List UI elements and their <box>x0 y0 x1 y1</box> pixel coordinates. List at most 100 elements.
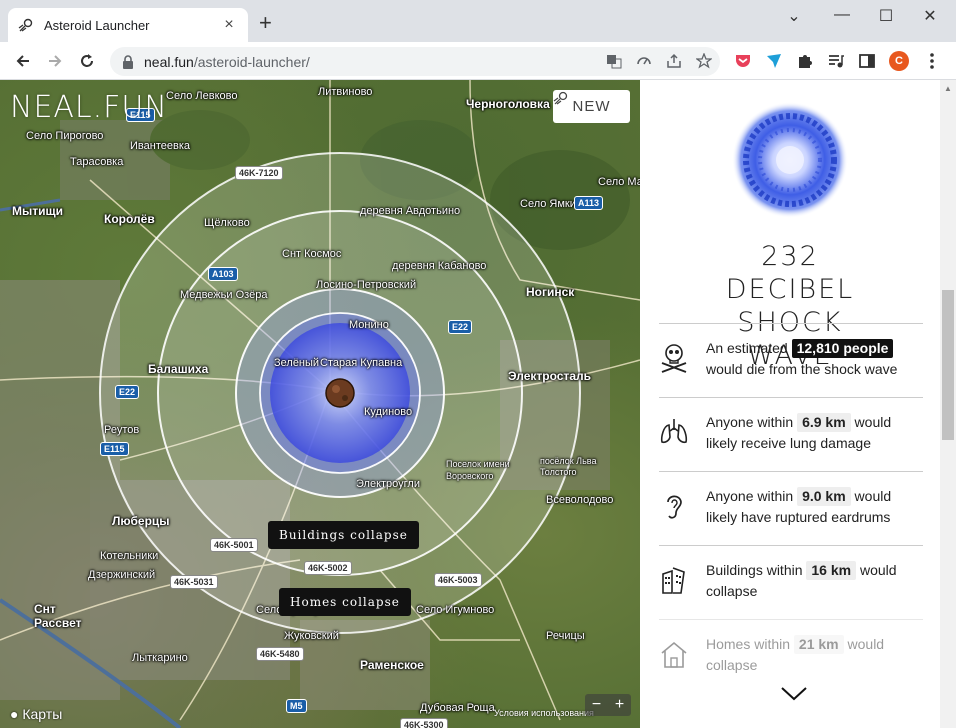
road-sign: 46K-7120 <box>235 166 283 180</box>
map-place-label: Село Пирогово <box>26 130 104 142</box>
stat-text: Anyone within 6.9 km would likely receiv… <box>706 412 926 454</box>
new-tab-button[interactable]: + <box>259 12 272 34</box>
stat-text: Homes within 21 km would collapse <box>706 634 926 676</box>
url-host: neal.fun <box>144 53 194 70</box>
comet-favicon-icon <box>18 17 34 33</box>
maximize-button[interactable]: ☐ <box>866 6 906 26</box>
lock-icon <box>123 54 133 69</box>
extension-bird-icon[interactable] <box>764 51 784 71</box>
map-place-label: Всеволодово <box>546 494 614 506</box>
map-place-label: Дзержинский <box>88 569 156 581</box>
stat-eardrums: Anyone within 9.0 km would likely have r… <box>659 471 923 545</box>
stat-text: An estimated 12,810 people would die fro… <box>706 338 926 380</box>
map-place-label: Зелёный <box>274 357 320 369</box>
back-arrow-icon <box>16 55 29 67</box>
neal-fun-logo[interactable]: NEAL.FUN <box>10 90 168 125</box>
scroll-up-arrow-icon[interactable]: ▲ <box>944 84 952 93</box>
road-sign: 46K-5002 <box>304 561 352 575</box>
close-window-button[interactable]: ✕ <box>910 6 950 26</box>
map-place-label: Жуковский <box>284 630 339 642</box>
share-icon[interactable] <box>666 53 682 69</box>
stat-value: 6.9 km <box>797 413 851 432</box>
map-place-label: Мытищи <box>12 204 63 218</box>
map-place-label: Электроугли <box>356 478 420 490</box>
profile-avatar[interactable]: C <box>889 51 909 71</box>
tab-asteroid-launcher[interactable]: Asteroid Launcher × <box>8 8 248 42</box>
minimize-button[interactable]: — <box>822 6 862 24</box>
map-place-label: Речицы <box>546 630 585 642</box>
map-place-label: Реутов <box>104 424 140 436</box>
reload-icon <box>81 54 93 67</box>
stat-prefix: Buildings within <box>706 562 803 578</box>
road-sign: E22 <box>115 385 140 399</box>
map-place-label: Снт Космос <box>282 248 342 260</box>
map-place-label: Старая Купавна <box>320 357 403 369</box>
new-asteroid-button[interactable]: NEW <box>553 90 630 123</box>
map-place-label: Поселок имени Воровского <box>446 459 510 481</box>
stat-value: 9.0 km <box>797 487 851 506</box>
panel-scrollbar[interactable]: ▲ <box>940 80 956 728</box>
tab-title: Asteroid Launcher <box>44 17 150 33</box>
stat-value: 21 km <box>793 635 844 654</box>
map-place-label: Литвиново <box>318 86 373 98</box>
side-panel-icon[interactable] <box>857 51 877 71</box>
zoom-control: − + <box>585 694 631 716</box>
impact-map[interactable]: Мытищи Королёв Ивантеевка Балашиха Реуто… <box>0 80 640 728</box>
stat-prefix: Anyone within <box>706 414 794 430</box>
address-bar[interactable]: neal.fun/asteroid-launcher/ <box>110 47 720 76</box>
homes-collapse-label: Homes collapse <box>279 588 411 616</box>
extensions-puzzle-icon[interactable] <box>795 51 815 71</box>
tab-search-icon[interactable]: ⌄ <box>774 6 814 26</box>
impact-info-panel: 232 Decibel Shock Wave An estimated 12,8… <box>640 80 940 728</box>
map-credit[interactable]: Условия использования <box>494 708 594 718</box>
shock-wave-graphic <box>732 102 848 218</box>
url-path: /asteroid-launcher/ <box>193 53 310 70</box>
map-place-label: Люберцы <box>112 514 170 528</box>
map-place-label: Балашиха <box>148 362 209 376</box>
stat-text: Buildings within 16 km would collapse <box>706 560 926 602</box>
road-sign: E22 <box>448 320 473 334</box>
map-provider-brand[interactable]: ● Карты <box>10 706 62 722</box>
road-sign: 46K-5031 <box>170 575 218 589</box>
comet-icon <box>553 91 568 105</box>
performance-icon[interactable] <box>636 53 652 69</box>
stat-homes-collapse: Homes within 21 km would collapse <box>659 619 923 693</box>
stat-lung-damage: Anyone within 6.9 km would likely receiv… <box>659 397 923 471</box>
reload-button[interactable] <box>76 50 98 72</box>
tab-close-icon[interactable]: × <box>220 16 238 34</box>
tab-strip: Asteroid Launcher × + ⌄ — ☐ ✕ <box>0 0 956 42</box>
map-place-label: деревня Кабаново <box>392 260 487 272</box>
chevron-down-icon[interactable] <box>780 686 808 702</box>
media-control-icon[interactable] <box>826 51 846 71</box>
map-place-label: Село Мамо <box>598 176 640 188</box>
forward-arrow-icon <box>49 55 62 67</box>
back-button[interactable] <box>12 50 34 72</box>
pocket-icon[interactable] <box>733 51 753 71</box>
bookmark-star-icon[interactable] <box>696 53 712 69</box>
map-place-label: Кудиново <box>364 406 413 418</box>
road-sign: A113 <box>574 196 604 210</box>
translate-icon[interactable] <box>606 53 622 69</box>
zoom-in-button[interactable]: + <box>615 696 624 714</box>
map-place-label: Монино <box>349 319 389 331</box>
road-sign: 46K-5300 <box>400 718 448 728</box>
map-place-label: Электросталь <box>508 369 591 383</box>
map-place-label: Медвежьи Озёра <box>180 289 268 301</box>
road-sign: E115 <box>100 442 129 456</box>
zoom-out-button[interactable]: − <box>592 696 601 714</box>
ear-icon <box>667 495 682 519</box>
house-icon <box>661 641 687 668</box>
forward-button[interactable] <box>44 50 66 72</box>
profile-initial: C <box>889 51 909 71</box>
map-place-label: Лыткарино <box>132 652 188 664</box>
map-brand-text: Карты <box>22 706 63 722</box>
address-bar-icons <box>606 53 712 69</box>
stat-value: 12,810 people <box>791 339 894 358</box>
scrollbar-thumb[interactable] <box>942 290 954 440</box>
kebab-menu-icon[interactable] <box>922 51 942 71</box>
apple-logo-icon: ● <box>10 706 19 722</box>
map-place-label: Щёлково <box>204 217 250 229</box>
road-sign: 46K-5001 <box>210 538 258 552</box>
stat-prefix: An estimated <box>706 340 788 356</box>
stat-deaths: An estimated 12,810 people would die fro… <box>659 323 923 397</box>
